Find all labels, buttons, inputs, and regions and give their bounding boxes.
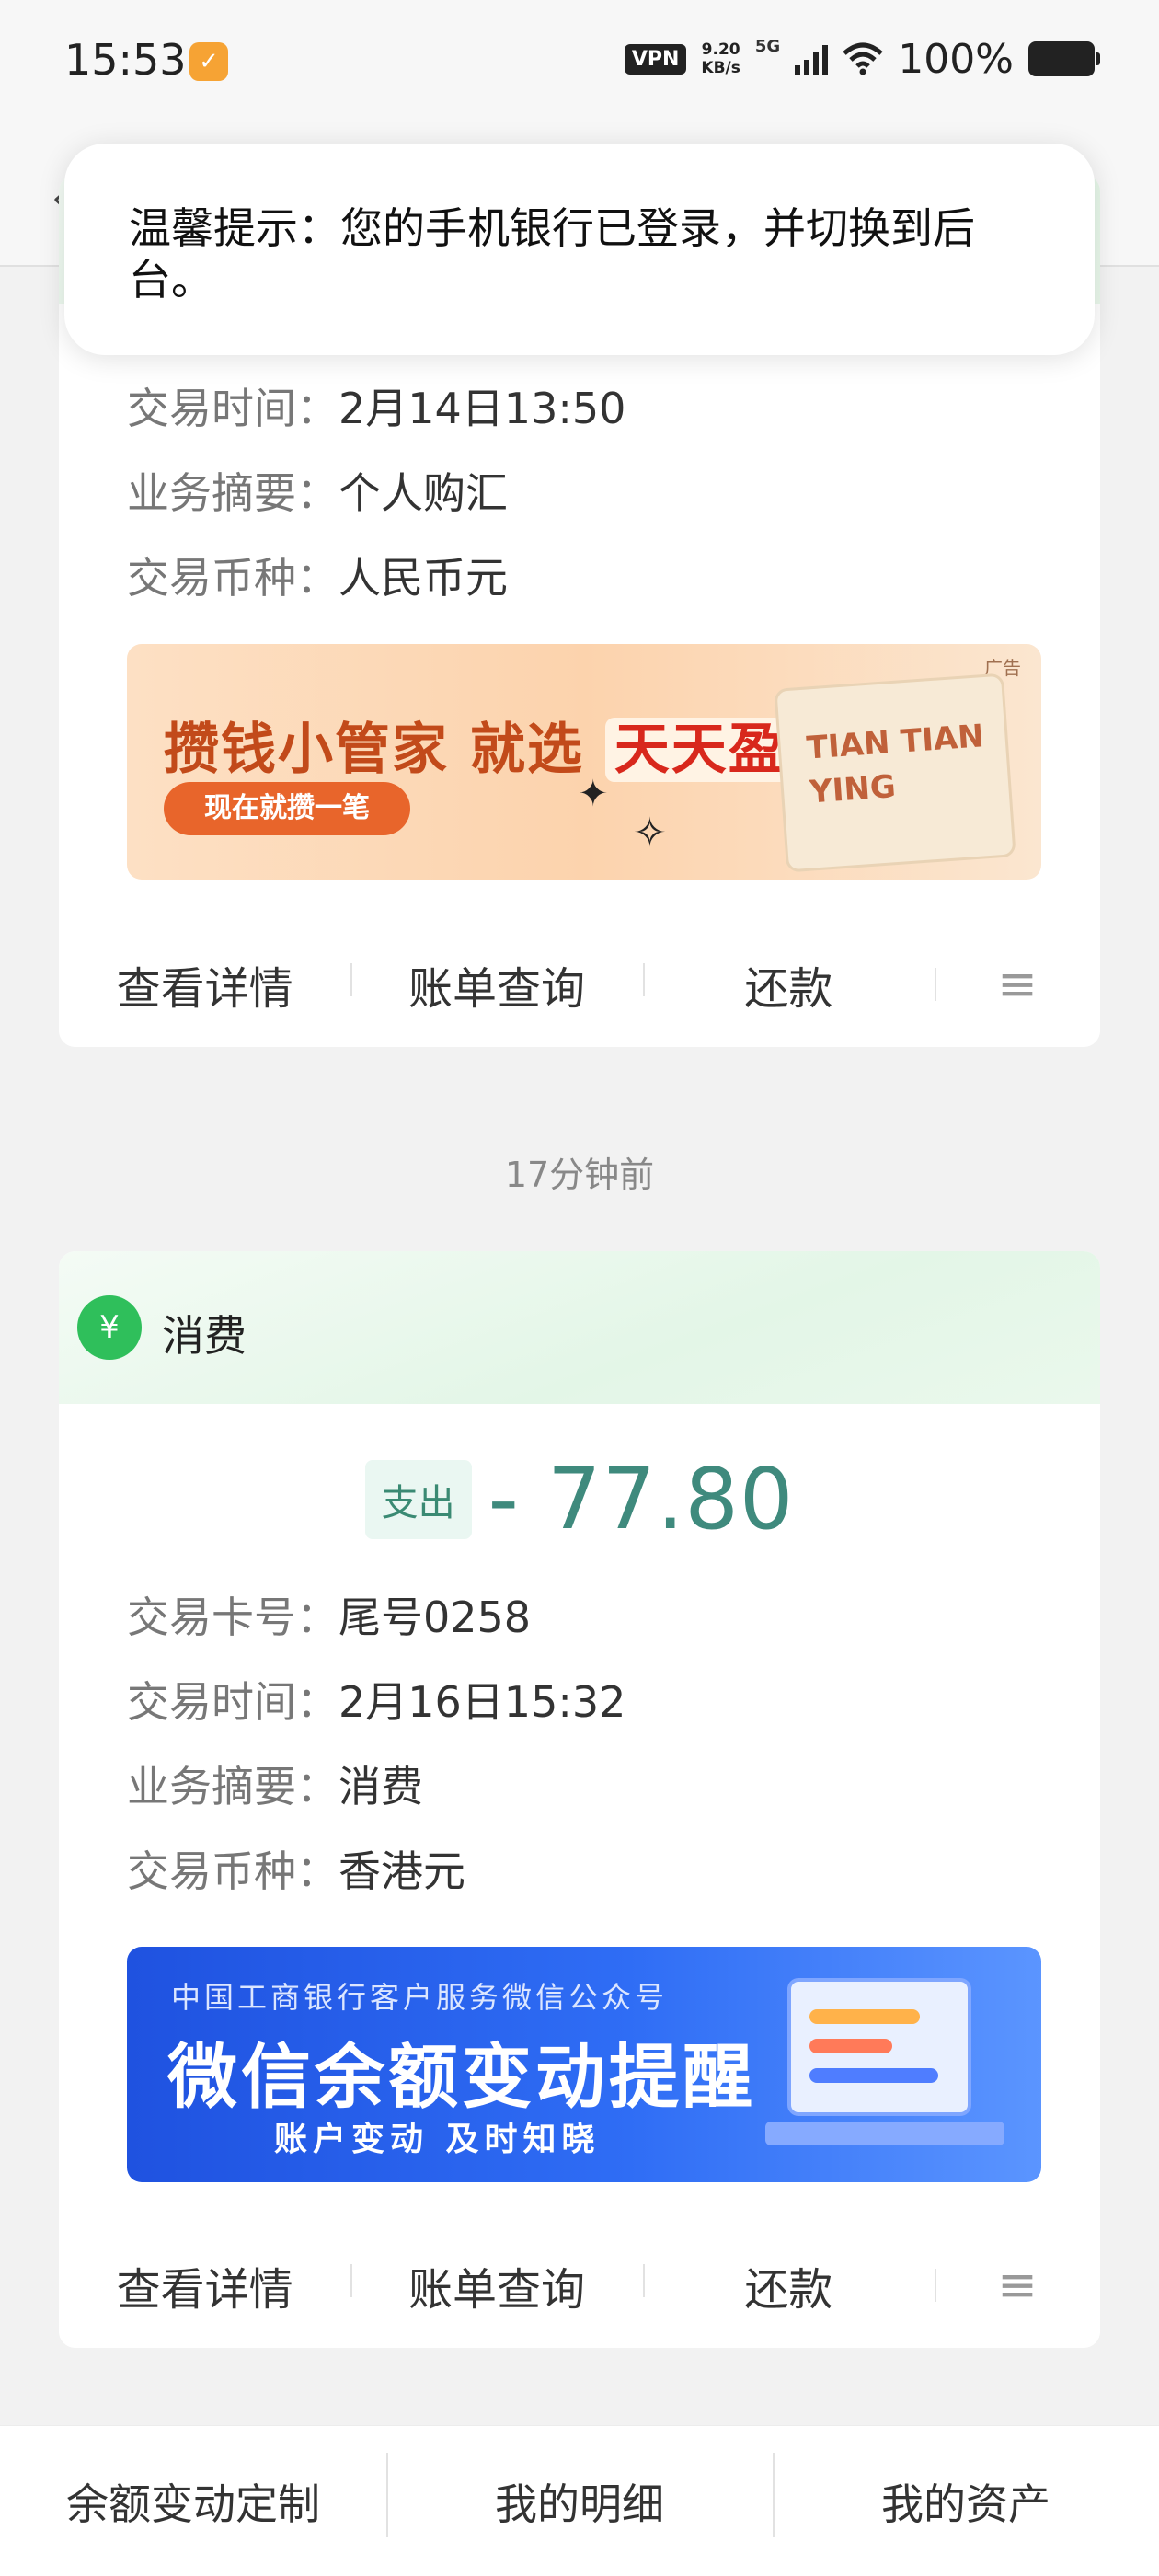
- view-details-button[interactable]: 查看详情: [59, 2253, 350, 2317]
- laptop-base-illustration: [765, 2122, 1004, 2145]
- banner-button[interactable]: 现在就攒一笔: [164, 782, 410, 835]
- card-actions: 查看详情 账单查询 还款 ≡: [59, 922, 1100, 1047]
- app-notification-icon: ✓: [189, 42, 228, 81]
- row-value: 尾号0258: [339, 1593, 532, 1642]
- row-key: 交易时间：: [127, 384, 339, 433]
- row-value: 消费: [339, 1762, 423, 1811]
- bottom-menu-bar: 余额变动定制 我的明细 我的资产: [0, 2425, 1159, 2576]
- row-value: 香港元: [339, 1846, 465, 1896]
- toast-text: 温馨提示：您的手机银行已登录，并切换到后台。: [129, 203, 975, 305]
- card-actions: 查看详情 账单查询 还款 ≡: [59, 2223, 1100, 2348]
- row-key: 交易币种：: [127, 1846, 339, 1896]
- expense-tag: 支出: [364, 1459, 472, 1539]
- more-menu-icon[interactable]: ≡: [934, 957, 1100, 1012]
- vpn-icon: VPN: [624, 43, 687, 75]
- dashboard-illustration: [787, 1978, 971, 2116]
- network-type: 5G: [754, 37, 781, 56]
- detail-row: 交易时间：2月14日13:50: [127, 375, 625, 436]
- card-title: 消费: [162, 1311, 247, 1361]
- transaction-card-2: ¥ 消费 支出 - 77.80 交易卡号：尾号0258 交易时间：2月16日15:…: [59, 1251, 1100, 2348]
- card-header: ¥ 消费: [59, 1251, 1100, 1404]
- row-key: 业务摘要：: [127, 1762, 339, 1811]
- repay-button[interactable]: 还款: [642, 2253, 935, 2317]
- message-timestamp: 17分钟前: [504, 1155, 655, 1195]
- row-key: 业务摘要：: [127, 468, 339, 518]
- bill-query-button[interactable]: 账单查询: [350, 952, 642, 1017]
- view-details-button[interactable]: 查看详情: [59, 952, 350, 1017]
- banner-title: 微信余额变动提醒: [167, 2036, 756, 2118]
- more-menu-icon[interactable]: ≡: [934, 2258, 1100, 2313]
- row-key: 交易卡号：: [127, 1593, 339, 1642]
- bill-query-button[interactable]: 账单查询: [350, 2253, 642, 2317]
- battery-icon: [1028, 41, 1100, 76]
- detail-row: 业务摘要：消费: [127, 1754, 423, 1814]
- tab-balance-alert-settings[interactable]: 余额变动定制: [0, 2471, 386, 2532]
- status-right: VPN 9.20 KB/s 5G 100%: [624, 33, 1100, 85]
- detail-row: 交易卡号：尾号0258: [127, 1584, 531, 1645]
- sparkle-icon: ✧: [633, 810, 667, 857]
- row-value: 人民币元: [339, 553, 508, 603]
- repay-button[interactable]: 还款: [642, 952, 935, 1017]
- signal-icon: [795, 43, 829, 75]
- row-key: 交易币种：: [127, 553, 339, 603]
- amount-row: 支出 - 77.80: [90, 1450, 1069, 1548]
- detail-row: 交易时间：2月16日15:32: [127, 1669, 625, 1730]
- battery-percent: 100%: [898, 35, 1014, 83]
- sparkle-icon: ✦: [578, 773, 609, 815]
- detail-row: 业务摘要：个人购汇: [127, 460, 508, 521]
- status-bar: 15:53 ✓ VPN 9.20 KB/s 5G 100%: [0, 0, 1159, 129]
- payment-icon: ¥: [77, 1295, 142, 1360]
- tab-my-assets[interactable]: 我的资产: [773, 2452, 1159, 2537]
- transaction-amount: - 77.80: [488, 1450, 795, 1548]
- wifi-icon: [843, 42, 883, 75]
- row-value: 个人购汇: [339, 468, 508, 518]
- banner-title: 攒钱小管家 就选 天天盈: [164, 705, 795, 785]
- network-speed-value: 9.20: [701, 40, 740, 59]
- banner-title-highlight: 天天盈: [604, 718, 795, 782]
- detail-row: 交易币种：人民币元: [127, 545, 508, 605]
- detail-row: 交易币种：香港元: [127, 1838, 465, 1899]
- toast-notification: 温馨提示：您的手机银行已登录，并切换到后台。: [64, 144, 1095, 355]
- tiantian-board-illustration: TIAN TIAN YING: [774, 673, 1016, 873]
- promo-banner-wechat-alert[interactable]: 中国工商银行客户服务微信公众号 微信余额变动提醒 账户变动 及时知晓: [127, 1947, 1041, 2182]
- card-body: 支出 - 77.80 交易卡号：尾号0258 交易时间：2月16日15:32 业务…: [90, 1404, 1069, 2182]
- tab-my-details[interactable]: 我的明细: [386, 2452, 773, 2537]
- status-time: 15:53: [64, 35, 187, 85]
- banner-title-main: 攒钱小管家 就选: [164, 718, 584, 782]
- network-speed-unit: KB/s: [701, 59, 740, 77]
- row-key: 交易时间：: [127, 1677, 339, 1727]
- board-text: TIAN TIAN YING: [805, 718, 985, 811]
- promo-banner-tiantianying[interactable]: 广告 攒钱小管家 就选 天天盈 现在就攒一笔 ✦ ✧ TIAN TIAN YIN…: [127, 644, 1041, 880]
- banner-tagline: 账户变动 及时知晓: [274, 2121, 601, 2158]
- row-value: 2月14日13:50: [339, 384, 626, 433]
- row-value: 2月16日15:32: [339, 1677, 626, 1727]
- banner-subtitle: 中国工商银行客户服务微信公众号: [171, 1980, 669, 2015]
- network-speed: 9.20 KB/s: [701, 40, 740, 77]
